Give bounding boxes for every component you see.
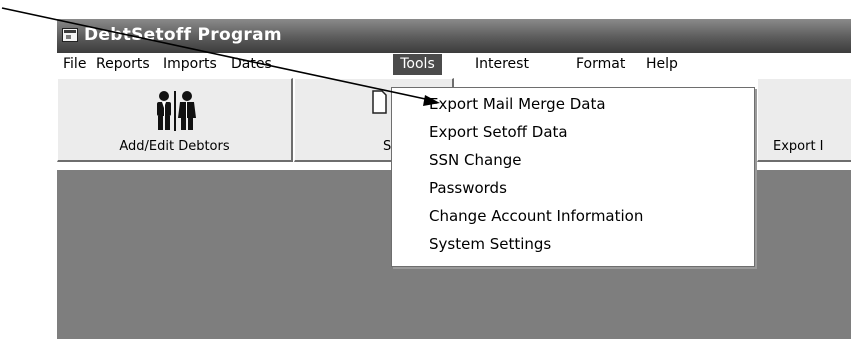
annotation-arrow [1, 7, 440, 106]
